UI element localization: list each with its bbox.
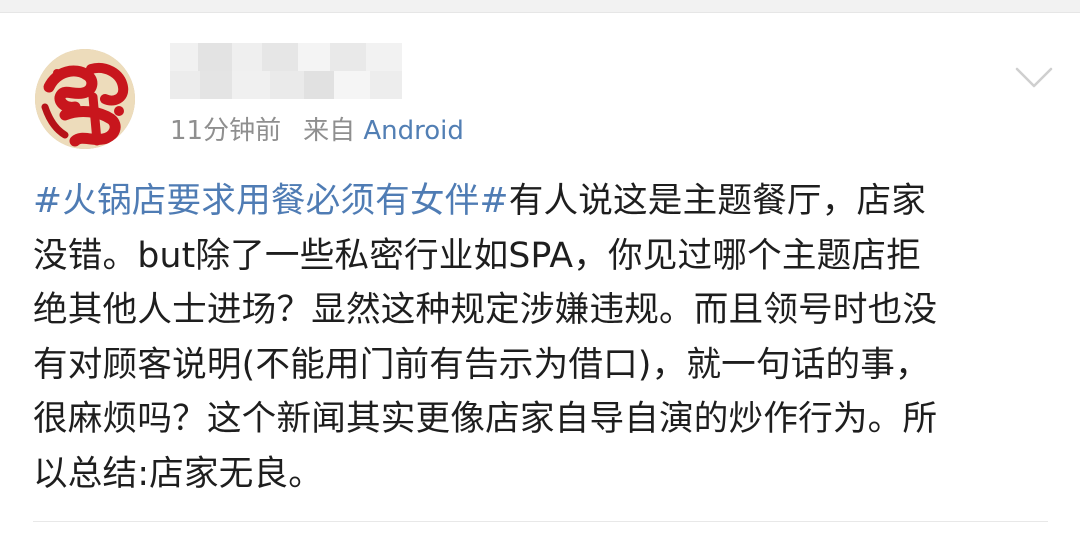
post-body-line: 以总结:店家无良。 [33, 453, 324, 494]
top-separator-strip [0, 0, 1080, 13]
weibo-post-card: 11分钟前 来自 Android #火锅店要求用餐必须有女伴#有人说这是主题餐厅，… [0, 13, 1080, 540]
topic-hashtag-link[interactable]: #火锅店要求用餐必须有女伴# [33, 181, 509, 221]
post-time: 11分钟前 [170, 116, 282, 146]
post-body-line: 没错。but除了一些私密行业如SPA，你见过哪个主题店拒 [33, 235, 921, 276]
post-body: #火锅店要求用餐必须有女伴#有人说这是主题餐厅，店家 没错。but除了一些私密行… [33, 174, 1058, 501]
post-body-text: 有人说这是主题餐厅，店家 [508, 181, 927, 221]
post-body-line: 绝其他人士进场？显然这种规定涉嫌违规。而且领号时也没 [33, 290, 938, 330]
chevron-down-icon[interactable] [1014, 65, 1054, 91]
fu-character-avatar-icon [35, 49, 135, 149]
post-meta: 11分钟前 来自 Android [170, 113, 464, 149]
post-body-line: 有对顾客说明(不能用门前有告示为借口)，就一句话的事， [33, 344, 930, 385]
post-body-line: #火锅店要求用餐必须有女伴#有人说这是主题餐厅，店家 [33, 174, 1058, 229]
divider [33, 521, 1048, 522]
user-avatar[interactable] [35, 49, 135, 149]
post-source[interactable]: Android [363, 116, 464, 146]
source-prefix: 来自 [303, 116, 356, 146]
post-body-line: 很麻烦吗？这个新闻其实更像店家自导自演的炒作行为。所 [33, 399, 938, 439]
username-blurred[interactable] [170, 43, 402, 99]
